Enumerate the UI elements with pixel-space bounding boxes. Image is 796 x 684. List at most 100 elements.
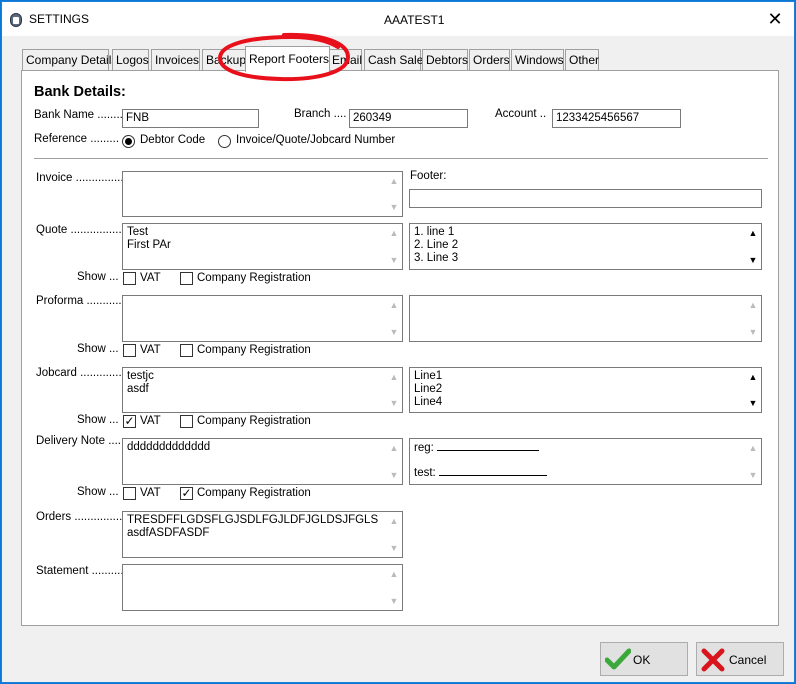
bank-details-heading: Bank Details: <box>34 84 126 100</box>
footer-label: Footer: <box>410 170 447 182</box>
tab-debtors[interactable]: Debtors <box>422 49 468 71</box>
tab-other[interactable]: Other <box>565 49 599 71</box>
invoice-label: Invoice ............... <box>36 172 124 184</box>
text-line: Line1 <box>414 370 443 382</box>
statement-textarea[interactable]: ▲ ▼ <box>122 564 403 611</box>
ok-button[interactable]: OK <box>600 642 688 676</box>
checkmark-icon <box>605 648 631 670</box>
jobcard-reg-checkbox[interactable] <box>180 415 193 428</box>
delivery-vat-checkbox[interactable] <box>123 487 136 500</box>
delivery-show-label: Show ... <box>77 486 119 498</box>
text-line: ddddddddddddd <box>127 441 211 453</box>
scrollbar[interactable]: ▲ ▼ <box>386 296 402 341</box>
proforma-footer-textarea[interactable]: ▲ ▼ <box>409 295 762 342</box>
jobcard-label: Jobcard .............. <box>36 367 125 379</box>
tab-orders[interactable]: Orders <box>469 49 510 71</box>
delivery-vat-label: VAT <box>140 487 161 499</box>
radio-debtor-code-label: Debtor Code <box>140 134 206 146</box>
quote-vat-label: VAT <box>140 272 161 284</box>
jobcard-reg-label: Company Registration <box>197 415 311 427</box>
jobcard-textarea[interactable]: testjc asdf ▲ ▼ <box>122 367 403 413</box>
delivery-note-textarea[interactable]: ddddddddddddd ▲ ▼ <box>122 438 403 485</box>
scrollbar[interactable]: ▲ ▼ <box>386 439 402 484</box>
orders-textarea[interactable]: TRESDFFLGDSFLGJSDLFGJLDFJGLDSJFGLS asdfA… <box>122 511 403 558</box>
reference-label: Reference ......... <box>34 133 120 145</box>
scrollbar[interactable]: ▲ ▼ <box>745 368 761 412</box>
bank-name-label: Bank Name ........ <box>34 109 123 121</box>
quote-reg-label: Company Registration <box>197 272 311 284</box>
text-line: reg: <box>414 441 757 455</box>
text-line: Line4 <box>414 396 443 408</box>
radio-invoice-number-label: Invoice/Quote/Jobcard Number <box>236 134 396 146</box>
jobcard-vat-checkbox[interactable]: ✓ <box>123 415 136 428</box>
ok-label: OK <box>633 653 651 667</box>
quote-reg-checkbox[interactable] <box>180 272 193 285</box>
account-input[interactable]: 1233425456567 <box>552 109 681 128</box>
proforma-vat-label: VAT <box>140 344 161 356</box>
tab-logos[interactable]: Logos <box>112 49 149 71</box>
delivery-reg-label: Company Registration <box>197 487 311 499</box>
text-line: Line2 <box>414 383 443 395</box>
quote-vat-checkbox[interactable] <box>123 272 136 285</box>
tab-company-details[interactable]: Company Details <box>22 49 117 71</box>
jobcard-footer-textarea[interactable]: Line1 Line2 Line4 ▲ ▼ <box>409 367 762 413</box>
window-title: SETTINGS <box>29 12 90 26</box>
company-name: AAATEST1 <box>384 13 445 27</box>
proforma-show-label: Show ... <box>77 343 119 355</box>
text-line: asdf <box>127 383 149 395</box>
quote-textarea[interactable]: Test First PAr ▲ ▼ <box>122 223 403 270</box>
radio-invoice-number[interactable] <box>218 135 231 148</box>
quote-label: Quote .................. <box>36 224 129 236</box>
proforma-vat-checkbox[interactable] <box>123 344 136 357</box>
text-line: First PAr <box>127 239 171 251</box>
proforma-reg-checkbox[interactable] <box>180 344 193 357</box>
jobcard-show-label: Show ... <box>77 414 119 426</box>
quote-footer-textarea[interactable]: 1. line 1 2. Line 2 3. Line 3 ▲ ▼ <box>409 223 762 270</box>
close-icon[interactable]: ✕ <box>762 8 788 32</box>
text-line: TRESDFFLGDSFLGJSDLFGJLDFJGLDSJFGLS <box>127 514 379 526</box>
scrollbar[interactable]: ▲ ▼ <box>745 224 761 269</box>
app-icon <box>10 13 22 27</box>
text-line: 1. line 1 <box>414 226 455 238</box>
account-label: Account .. <box>495 108 547 120</box>
tab-backup[interactable]: Backup <box>202 49 246 71</box>
settings-window: SETTINGS AAATEST1 ✕ Company Details Logo… <box>1 1 795 683</box>
title-bar: SETTINGS AAATEST1 ✕ <box>2 2 794 36</box>
report-footers-panel: Bank Details: Bank Name ........ FNB Bra… <box>21 70 779 626</box>
scrollbar[interactable]: ▲ ▼ <box>386 565 402 610</box>
branch-input[interactable]: 260349 <box>349 109 468 128</box>
tab-invoices[interactable]: Invoices <box>151 49 200 71</box>
invoice-footer-input[interactable] <box>409 189 762 208</box>
radio-debtor-code[interactable] <box>122 135 135 148</box>
proforma-textarea[interactable]: ▲ ▼ <box>122 295 403 342</box>
scrollbar[interactable]: ▲ ▼ <box>745 296 761 341</box>
invoice-textarea[interactable]: ▲ ▼ <box>122 171 403 217</box>
tab-email[interactable]: Email <box>328 49 362 71</box>
quote-show-label: Show ... <box>77 271 119 283</box>
text-line: Test <box>127 226 149 238</box>
bank-name-input[interactable]: FNB <box>122 109 259 128</box>
scrollbar[interactable]: ▲ ▼ <box>745 439 761 484</box>
orders-label: Orders .................. <box>36 511 132 523</box>
text-line: test: <box>414 466 757 480</box>
tab-cash-sale[interactable]: Cash Sale <box>364 49 423 71</box>
tab-windows[interactable]: Windows <box>511 49 564 71</box>
delivery-note-label: Delivery Note ...... <box>36 435 128 447</box>
text-line: 2. Line 2 <box>414 239 459 251</box>
cancel-label: Cancel <box>729 653 767 667</box>
scrollbar[interactable]: ▲ ▼ <box>386 512 402 557</box>
jobcard-vat-label: VAT <box>140 415 161 427</box>
scrollbar[interactable]: ▲ ▼ <box>386 172 402 216</box>
tab-report-footers[interactable]: Report Footers <box>245 46 330 72</box>
divider <box>34 158 768 159</box>
proforma-label: Proforma ............ <box>36 295 125 307</box>
scrollbar[interactable]: ▲ ▼ <box>386 368 402 412</box>
text-line: testjc <box>127 370 154 382</box>
cancel-button[interactable]: Cancel <box>696 642 784 676</box>
delivery-note-footer-textarea[interactable]: reg: test: ▲ ▼ <box>409 438 762 485</box>
text-line: 3. Line 3 <box>414 252 459 264</box>
scrollbar[interactable]: ▲ ▼ <box>386 224 402 269</box>
proforma-reg-label: Company Registration <box>197 344 311 356</box>
delivery-reg-checkbox[interactable]: ✓ <box>180 487 193 500</box>
text-line: asdfASDFASDF <box>127 527 210 539</box>
